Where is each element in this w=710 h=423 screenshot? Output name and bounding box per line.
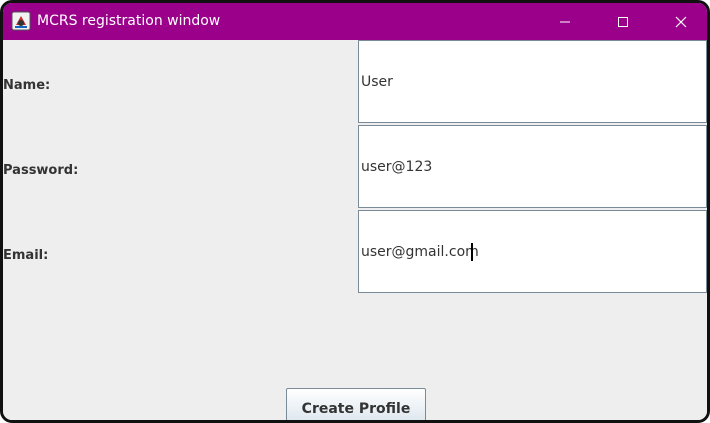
minimize-icon xyxy=(560,21,570,22)
maximize-button[interactable] xyxy=(599,3,647,40)
close-icon xyxy=(675,16,687,27)
name-label: Name: xyxy=(3,78,51,93)
email-label: Email: xyxy=(3,248,49,263)
window-title: MCRS registration window xyxy=(37,13,221,29)
name-field[interactable] xyxy=(358,40,707,123)
minimize-button[interactable] xyxy=(541,3,589,40)
close-button[interactable] xyxy=(657,3,705,40)
text-cursor xyxy=(471,243,473,261)
title-bar[interactable]: MCRS registration window xyxy=(3,3,707,40)
maximize-icon xyxy=(618,16,628,27)
email-input[interactable] xyxy=(359,211,706,292)
name-input[interactable] xyxy=(359,41,706,122)
email-field[interactable] xyxy=(358,210,707,293)
create-profile-button[interactable]: Create Profile xyxy=(286,388,426,420)
form-panel: Name: Password: Email: Create Profile xyxy=(3,40,707,420)
java-app-icon xyxy=(11,11,31,31)
password-field[interactable] xyxy=(358,125,707,208)
password-input[interactable] xyxy=(359,126,706,207)
password-label: Password: xyxy=(3,163,79,178)
registration-window: MCRS registration window Name: Password: xyxy=(0,0,710,423)
